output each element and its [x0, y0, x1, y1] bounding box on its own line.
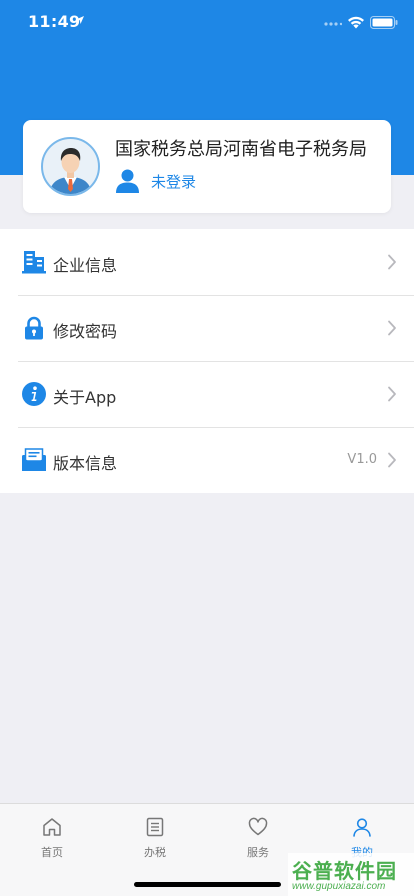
home-indicator — [134, 882, 281, 887]
menu-item-version-info[interactable]: 版本信息 V1.0 — [0, 427, 414, 493]
watermark: 谷普软件园 www.gupuxiazai.com — [288, 853, 414, 896]
tab-label: 首页 — [41, 846, 63, 859]
menu-item-about-app[interactable]: 关于App — [0, 361, 414, 427]
tab-home[interactable]: 首页 — [0, 804, 104, 864]
watermark-url: www.gupuxiazai.com — [292, 881, 386, 892]
lock-icon — [25, 316, 43, 340]
heart-icon — [248, 817, 268, 836]
chevron-right-icon — [388, 254, 396, 270]
menu-item-label: 企业信息 — [53, 256, 118, 275]
menu-item-change-password[interactable]: 修改密码 — [0, 295, 414, 361]
status-time: 11:49 — [28, 12, 81, 31]
chevron-right-icon — [388, 386, 396, 402]
chevron-right-icon — [388, 320, 396, 336]
menu-item-company-info[interactable]: 企业信息 — [0, 229, 414, 295]
avatar-person-icon — [49, 148, 92, 194]
home-icon — [43, 818, 61, 836]
menu-item-label: 修改密码 — [53, 322, 118, 341]
settings-menu: 企业信息 修改密码 关于App 版本信息 V1.0 — [0, 229, 414, 493]
wifi-icon — [348, 16, 364, 29]
menu-item-label: 版本信息 — [53, 454, 118, 473]
user-icon — [116, 169, 139, 193]
tab-label: 办税 — [144, 846, 166, 859]
avatar[interactable] — [41, 137, 100, 196]
profile-card[interactable]: 国家税务总局河南省电子税务局 未登录 — [23, 120, 391, 213]
list-icon — [146, 817, 164, 837]
building-icon — [22, 251, 46, 274]
chevron-right-icon — [388, 452, 396, 468]
person-icon — [353, 818, 371, 837]
watermark-title: 谷普软件园 — [292, 859, 397, 883]
menu-item-label: 关于App — [53, 388, 117, 407]
version-value: V1.0 — [347, 452, 377, 467]
signal-icon — [324, 22, 342, 26]
location-arrow-icon — [76, 16, 84, 24]
login-status-link[interactable]: 未登录 — [151, 171, 196, 192]
mail-icon — [22, 448, 46, 471]
battery-icon — [370, 16, 398, 29]
tab-tax[interactable]: 办税 — [103, 804, 207, 864]
status-bar: 11:49 — [0, 0, 414, 44]
org-name: 国家税务总局河南省电子税务局 — [115, 139, 367, 160]
info-icon — [22, 382, 46, 406]
